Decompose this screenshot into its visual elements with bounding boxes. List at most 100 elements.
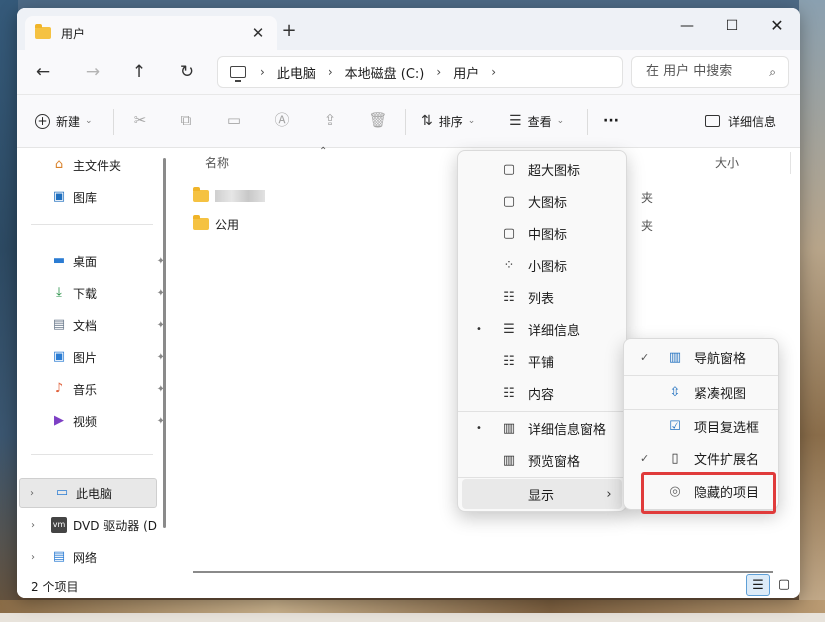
menu-item-show[interactable]: 显示 › bbox=[462, 479, 622, 509]
sidebar-item-label: DVD 驱动器 (D bbox=[73, 518, 158, 533]
sidebar-item-label: 音乐 bbox=[73, 382, 98, 397]
navigation-pane-icon: ▥ bbox=[668, 349, 682, 365]
forward-button[interactable]: → bbox=[79, 58, 107, 86]
menu-item-small-icons[interactable]: ⁘ 小图标 bbox=[462, 250, 622, 280]
checkmark-icon: ✓ bbox=[640, 350, 650, 364]
sidebar-item-pictures[interactable]: ▣ 图片 ✦ bbox=[17, 342, 167, 372]
chevron-down-icon: ⌄ bbox=[556, 116, 565, 126]
sidebar-item-documents[interactable]: ▤ 文档 ✦ bbox=[17, 310, 167, 340]
chevron-right-icon[interactable]: › bbox=[30, 488, 34, 499]
column-header-size[interactable]: 大小 bbox=[715, 154, 739, 171]
plus-icon: + bbox=[35, 113, 50, 129]
sidebar-item-gallery[interactable]: ▣ 图库 bbox=[17, 182, 167, 212]
small-icons-icon: ⁘ bbox=[503, 257, 515, 273]
refresh-button[interactable]: ↻ bbox=[173, 58, 201, 86]
blurred-folder-name bbox=[215, 190, 265, 202]
sidebar-item-label: 此电脑 bbox=[76, 486, 113, 501]
tab-close-icon[interactable]: ✕ bbox=[249, 24, 267, 42]
address-bar[interactable]: › 此电脑 › 本地磁盘 (C:) › 用户 › bbox=[217, 56, 623, 88]
new-button[interactable]: + 新建 ⌄ bbox=[35, 107, 93, 135]
breadcrumb-this-pc[interactable]: 此电脑 bbox=[277, 63, 316, 82]
menu-item-label: 项目复选框 bbox=[694, 420, 760, 436]
sidebar-item-desktop[interactable]: ▬ 桌面 ✦ bbox=[17, 246, 167, 276]
maximize-button[interactable]: ☐ bbox=[712, 13, 752, 39]
tab-label: 用户 bbox=[61, 26, 86, 41]
sidebar-item-this-pc[interactable]: › ▭ 此电脑 bbox=[19, 478, 157, 508]
sidebar-item-downloads[interactable]: ⤓ 下载 ✦ bbox=[17, 278, 167, 308]
column-divider[interactable] bbox=[790, 152, 791, 174]
menu-item-label: 详细信息 bbox=[528, 323, 581, 339]
breadcrumb-separator[interactable]: › bbox=[491, 65, 496, 79]
menu-item-item-checkboxes[interactable]: ☑ 项目复选框 bbox=[628, 411, 774, 441]
close-button[interactable]: ✕ bbox=[757, 13, 797, 39]
sidebar-item-label: 桌面 bbox=[73, 254, 98, 269]
breadcrumb-separator[interactable]: › bbox=[328, 65, 333, 79]
menu-item-extra-large-icons[interactable]: ▢ 超大图标 bbox=[462, 154, 622, 184]
menu-item-navigation-pane[interactable]: ✓ ▥ 导航窗格 bbox=[628, 342, 774, 372]
breadcrumb-users[interactable]: 用户 bbox=[453, 63, 479, 82]
breadcrumb-separator[interactable]: › bbox=[436, 65, 441, 79]
menu-item-label: 文件扩展名 bbox=[694, 452, 760, 468]
sidebar-item-label: 图片 bbox=[73, 350, 98, 365]
sidebar-item-dvd-drive[interactable]: › vm DVD 驱动器 (D bbox=[17, 510, 167, 540]
view-icon: ☰ bbox=[509, 113, 522, 129]
sidebar-item-music[interactable]: ♪ 音乐 ✦ bbox=[17, 374, 167, 404]
rename-icon[interactable]: Ⓐ bbox=[271, 109, 293, 131]
list-item[interactable] bbox=[193, 184, 265, 208]
sidebar-scrollbar[interactable] bbox=[163, 158, 166, 528]
share-icon[interactable]: ⇪ bbox=[319, 109, 341, 131]
menu-item-file-extensions[interactable]: ✓ ▯ 文件扩展名 bbox=[628, 443, 774, 473]
sidebar-item-videos[interactable]: ▶ 视频 ✦ bbox=[17, 406, 167, 436]
file-name: 公用 bbox=[215, 217, 240, 232]
tiles-view-button[interactable]: ▢ bbox=[772, 574, 796, 596]
menu-item-preview-pane[interactable]: ▥ 预览窗格 bbox=[462, 445, 622, 475]
search-input[interactable]: 在 用户 中搜索 ⌕ bbox=[631, 56, 789, 88]
breadcrumb-local-disk[interactable]: 本地磁盘 (C:) bbox=[345, 63, 425, 82]
toolbar-divider bbox=[113, 109, 114, 135]
cut-icon[interactable]: ✂ bbox=[129, 109, 151, 131]
view-button[interactable]: ☰ 查看 ⌄ bbox=[509, 107, 564, 135]
folder-icon bbox=[35, 24, 51, 39]
delete-icon[interactable]: 🗑 bbox=[367, 109, 389, 131]
documents-icon: ▤ bbox=[52, 317, 66, 332]
more-options-button[interactable]: ··· bbox=[603, 107, 619, 135]
checkmark-icon: ✓ bbox=[640, 451, 650, 465]
content-icon: ☷ bbox=[503, 385, 515, 401]
menu-item-label: 中图标 bbox=[528, 227, 568, 243]
sidebar-item-home[interactable]: ⌂ 主文件夹 bbox=[17, 150, 167, 180]
menu-item-details-pane[interactable]: • ▥ 详细信息窗格 bbox=[462, 413, 622, 443]
menu-item-details[interactable]: • ☰ 详细信息 bbox=[462, 314, 622, 344]
menu-item-label: 列表 bbox=[528, 291, 555, 307]
details-pane-icon bbox=[705, 115, 720, 127]
list-item[interactable]: 公用 bbox=[193, 212, 239, 236]
tab-users[interactable]: 用户 ✕ bbox=[25, 16, 277, 50]
minimize-button[interactable]: — bbox=[667, 13, 707, 39]
column-header-name[interactable]: 名称 bbox=[205, 154, 229, 171]
menu-item-list[interactable]: ☷ 列表 bbox=[462, 282, 622, 312]
selected-bullet-icon: • bbox=[476, 323, 482, 335]
paste-icon[interactable]: ▭ bbox=[223, 109, 245, 131]
details-view-button[interactable]: ☰ bbox=[746, 574, 770, 596]
sidebar-item-label: 网络 bbox=[73, 550, 98, 565]
extra-large-icons-icon: ▢ bbox=[502, 161, 516, 177]
sidebar-item-network[interactable]: › ▤ 网络 bbox=[17, 542, 167, 572]
sidebar-item-label: 视频 bbox=[73, 414, 98, 429]
sort-button[interactable]: ⇅ 排序 ⌄ bbox=[421, 107, 475, 135]
highlight-annotation bbox=[641, 472, 776, 514]
chevron-right-icon[interactable]: › bbox=[31, 520, 35, 531]
toolbar-divider bbox=[405, 109, 406, 135]
copy-icon[interactable]: ⧉ bbox=[175, 109, 197, 131]
preview-pane-icon: ▥ bbox=[502, 452, 516, 468]
chevron-right-icon[interactable]: › bbox=[31, 552, 35, 563]
menu-item-compact-view[interactable]: ⇳ 紧凑视图 bbox=[628, 377, 774, 407]
menu-item-medium-icons[interactable]: ▢ 中图标 bbox=[462, 218, 622, 248]
new-tab-button[interactable]: + bbox=[279, 21, 299, 41]
breadcrumb-separator[interactable]: › bbox=[260, 65, 265, 79]
menu-item-tiles[interactable]: ☷ 平铺 bbox=[462, 346, 622, 376]
menu-item-large-icons[interactable]: ▢ 大图标 bbox=[462, 186, 622, 216]
up-button[interactable]: ↑ bbox=[125, 58, 153, 86]
menu-item-label: 超大图标 bbox=[528, 163, 581, 179]
menu-item-content[interactable]: ☷ 内容 bbox=[462, 378, 622, 408]
details-pane-button[interactable]: 详细信息 bbox=[705, 107, 776, 135]
back-button[interactable]: ← bbox=[29, 58, 57, 86]
